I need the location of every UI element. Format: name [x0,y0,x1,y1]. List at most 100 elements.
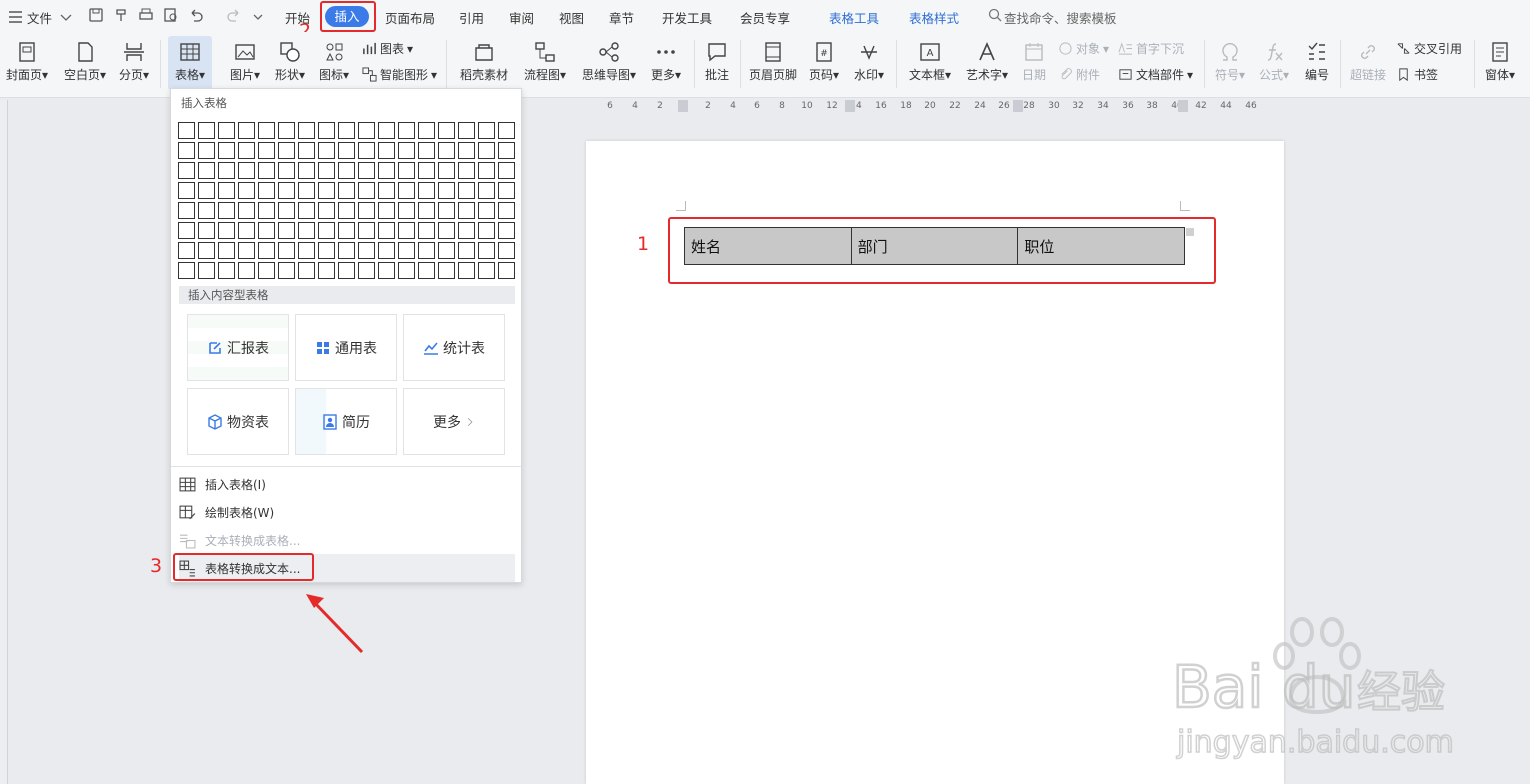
search-input[interactable]: 查找命令、搜索模板 [1004,8,1117,27]
text-to-table-item[interactable]: 文本转换成表格... [179,526,515,554]
tab-table-tools[interactable]: 表格工具 [829,8,879,27]
grid-cell[interactable] [218,122,235,139]
grid-cell[interactable] [458,182,475,199]
chevron-down-icon[interactable] [58,9,74,25]
grid-cell[interactable] [218,182,235,199]
shape-button[interactable]: 形状▾ [272,36,308,90]
smart-shape-button[interactable]: 智能图形 ▾ [362,66,437,83]
grid-cell[interactable] [198,162,215,179]
grid-cell[interactable] [258,182,275,199]
flowchart-button[interactable]: 流程图▾ [522,36,568,90]
ruler-column-marker[interactable] [678,100,688,112]
grid-cell[interactable] [378,222,395,239]
grid-cell[interactable] [178,142,195,159]
grid-cell[interactable] [198,222,215,239]
grid-cell[interactable] [198,182,215,199]
grid-cell[interactable] [258,242,275,259]
header-footer-button[interactable]: 页眉页脚 [748,36,798,90]
grid-cell[interactable] [278,202,295,219]
tab-table-style[interactable]: 表格样式 [909,8,959,27]
grid-cell[interactable] [218,262,235,279]
grid-cell[interactable] [418,262,435,279]
grid-cell[interactable] [218,162,235,179]
grid-cell[interactable] [378,142,395,159]
grid-cell[interactable] [258,142,275,159]
grid-cell[interactable] [278,122,295,139]
grid-cell[interactable] [498,242,515,259]
grid-cell[interactable] [438,182,455,199]
grid-cell[interactable] [298,202,315,219]
grid-cell[interactable] [378,162,395,179]
grid-cell[interactable] [498,222,515,239]
symbol-button[interactable]: 符号▾ [1212,36,1248,90]
grid-cell[interactable] [338,142,355,159]
grid-cell[interactable] [418,222,435,239]
grid-cell[interactable] [358,222,375,239]
grid-cell[interactable] [238,142,255,159]
wordart-button[interactable]: 艺术字▾ [964,36,1010,90]
grid-cell[interactable] [178,202,195,219]
grid-cell[interactable] [198,142,215,159]
grid-cell[interactable] [438,222,455,239]
grid-cell[interactable] [338,242,355,259]
grid-cell[interactable] [478,242,495,259]
tab-section[interactable]: 章节 [609,8,634,27]
grid-cell[interactable] [258,122,275,139]
template-resume[interactable]: 简历 [295,388,397,455]
ruler-column-marker[interactable] [845,100,855,112]
draw-table-item[interactable]: 绘制表格(W) [179,498,515,526]
grid-cell[interactable] [258,222,275,239]
grid-cell[interactable] [338,182,355,199]
grid-cell[interactable] [378,202,395,219]
icon-library-button[interactable]: 图标▾ [316,36,352,90]
grid-cell[interactable] [478,122,495,139]
table-button[interactable]: 表格▾ [168,36,212,90]
grid-cell[interactable] [498,182,515,199]
print-preview-icon[interactable] [163,7,179,23]
grid-cell[interactable] [358,122,375,139]
grid-cell[interactable] [478,262,495,279]
grid-cell[interactable] [478,142,495,159]
drop-cap-button[interactable]: 首字下沉 [1118,40,1184,57]
file-menu[interactable]: 文件 [27,8,52,27]
grid-cell[interactable] [418,182,435,199]
page-number-button[interactable]: # 页码▾ [806,36,842,90]
grid-cell[interactable] [218,222,235,239]
grid-cell[interactable] [278,142,295,159]
grid-cell[interactable] [358,162,375,179]
grid-cell[interactable] [338,262,355,279]
grid-cell[interactable] [298,142,315,159]
grid-cell[interactable] [358,182,375,199]
grid-cell[interactable] [458,262,475,279]
table-size-grid[interactable] [178,122,515,279]
grid-cell[interactable] [478,222,495,239]
grid-cell[interactable] [238,202,255,219]
cross-reference-button[interactable]: 交叉引用 [1396,40,1462,57]
grid-cell[interactable] [318,142,335,159]
grid-cell[interactable] [218,242,235,259]
template-inventory[interactable]: 物资表 [187,388,289,455]
cover-page-button[interactable]: 封面页▾ [4,36,50,90]
grid-cell[interactable] [318,242,335,259]
formula-button[interactable]: 公式▾ [1256,36,1292,90]
redo-icon[interactable] [226,7,242,23]
window-button[interactable]: 窗体▾ [1482,36,1518,90]
grid-cell[interactable] [318,202,335,219]
grid-cell[interactable] [458,202,475,219]
grid-cell[interactable] [358,262,375,279]
grid-cell[interactable] [298,182,315,199]
hyperlink-button[interactable]: 超链接 [1348,36,1388,90]
grid-cell[interactable] [198,242,215,259]
grid-cell[interactable] [418,242,435,259]
tab-developer[interactable]: 开发工具 [662,8,712,27]
grid-cell[interactable] [258,262,275,279]
grid-cell[interactable] [458,222,475,239]
comment-button[interactable]: 批注 [702,36,732,90]
watermark-button[interactable]: 水印▾ [850,36,888,90]
mindmap-button[interactable]: 思维导图▾ [580,36,638,90]
template-general[interactable]: 通用表 [295,314,397,381]
grid-cell[interactable] [278,162,295,179]
insert-table-item[interactable]: 插入表格(I) [179,470,515,498]
grid-cell[interactable] [178,222,195,239]
grid-cell[interactable] [378,182,395,199]
